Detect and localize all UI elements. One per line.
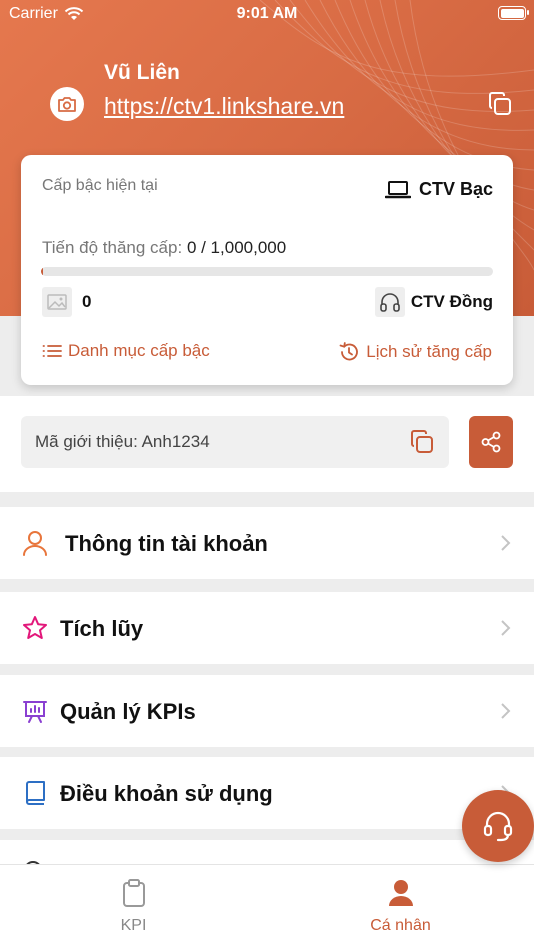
share-button[interactable] [469,416,513,468]
star-icon [21,614,49,642]
list-icon [42,345,62,357]
clipboard-icon [123,879,145,907]
progress-row: Tiến độ thăng cấp: 0 / 1,000,000 [42,238,286,258]
rank-list-link[interactable]: Danh mục cấp bậc [42,341,210,361]
progress-value: 0 / 1,000,000 [186,238,287,257]
camera-avatar-button[interactable] [50,87,84,121]
tab-label: KPI [120,917,147,934]
chevron-right-icon [501,535,511,551]
battery-icon [498,6,529,20]
chevron-right-icon [501,620,511,636]
menu-item-account-info[interactable]: Thông tin tài khoản [0,507,534,579]
menu-item-label: Quản lý KPIs [60,699,196,724]
points: 0 [42,287,91,317]
user-name: Vũ Liên [104,61,180,84]
tab-bar: KPI Cá nhân [0,864,534,950]
progress-bar [41,267,493,276]
chevron-right-icon [501,703,511,719]
book-icon [21,779,49,807]
support-button[interactable] [462,790,534,862]
current-rank-label: Cấp bậc hiện tại [42,177,158,194]
history-icon [339,342,359,361]
menu-item-label: Điều khoản sử dụng [60,781,273,806]
next-rank-value: CTV Đồng [410,292,493,311]
headset-icon [483,811,513,842]
affiliate-link[interactable]: https://ctv1.linkshare.vn [104,93,344,120]
status-bar: Carrier 9:01 AM [0,0,534,28]
referral-code-text: Mã giới thiệu: Anh1234 [35,432,210,451]
status-time: 9:01 AM [236,5,298,22]
user-icon [21,529,49,557]
menu-item-kpi-management[interactable]: Quản lý KPIs [0,675,534,747]
menu-item-accumulation[interactable]: Tích lũy [0,592,534,664]
headphones-icon [374,287,405,317]
menu-item-terms[interactable]: Điều khoản sử dụng [0,757,534,829]
copy-link-icon[interactable] [487,91,513,117]
rank-history-link[interactable]: Lịch sử tăng cấp [338,341,492,363]
tab-label: Cá nhân [370,917,431,934]
person-icon [389,880,413,906]
rank-list-label: Danh mục cấp bậc [68,341,210,360]
rank-history-label: Lịch sử tăng cấp [366,342,492,361]
tab-kpi[interactable]: KPI [0,865,267,950]
progress-bar-fill [41,267,43,276]
current-rank-value: CTV Bạc [418,179,493,199]
referral-code-box: Mã giới thiệu: Anh1234 [21,416,449,468]
menu-item-label: Thông tin tài khoản [65,531,268,556]
presentation-icon [21,697,49,725]
camera-icon [58,96,76,112]
current-rank: CTV Bạc [384,179,493,200]
share-icon [481,431,501,453]
points-value: 0 [82,292,92,311]
copy-referral-icon[interactable] [409,429,435,455]
referral-section: Mã giới thiệu: Anh1234 [0,396,534,492]
next-rank: CTV Đồng [374,287,493,317]
tab-profile[interactable]: Cá nhân [267,865,534,950]
image-placeholder-icon [42,287,72,317]
laptop-icon [384,180,411,198]
menu-item-label: Tích lũy [60,616,144,641]
rank-card: Cấp bậc hiện tại CTV Bạc Tiến độ thăng c… [21,155,513,385]
progress-label: Tiến độ thăng cấp: [42,238,183,257]
